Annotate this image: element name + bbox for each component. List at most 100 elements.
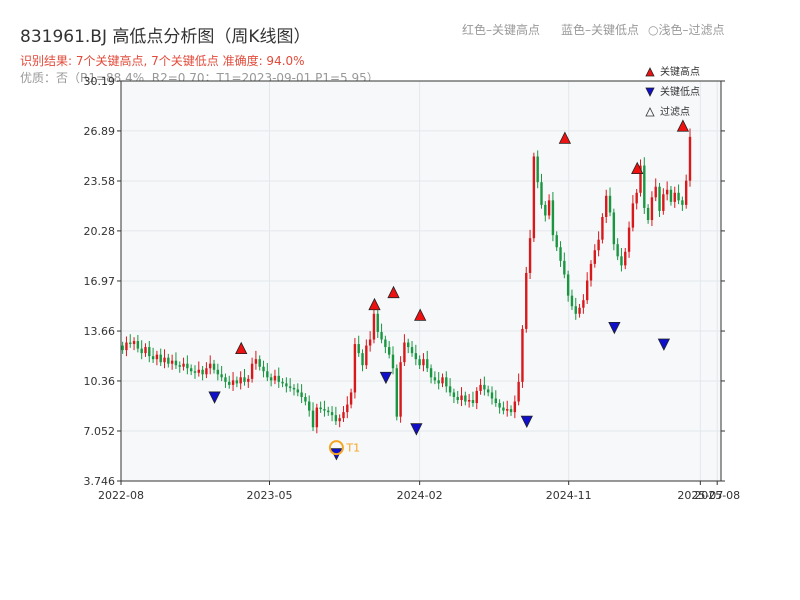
- candle-body: [616, 244, 619, 257]
- y-tick-label: 20.28: [84, 225, 116, 238]
- candle-body: [627, 227, 631, 252]
- candle-body: [361, 353, 364, 366]
- candle-body: [209, 363, 212, 369]
- candle-body: [174, 360, 178, 366]
- y-tick-label: 7.052: [84, 425, 116, 438]
- candle-body: [250, 363, 254, 379]
- candle-body: [273, 375, 277, 381]
- candle-body: [334, 415, 338, 422]
- candle-body: [205, 368, 208, 375]
- candle-body: [220, 374, 223, 378]
- candle-body: [125, 342, 128, 351]
- candle-body: [338, 418, 341, 422]
- candle-body: [349, 392, 353, 405]
- candle-body: [662, 194, 665, 211]
- y-tick-label: 16.97: [84, 275, 116, 288]
- candle-body: [559, 247, 562, 261]
- x-tick-label: 2022-08: [98, 489, 144, 502]
- candle-body: [258, 359, 261, 367]
- candle-body: [330, 412, 334, 416]
- candle-body: [612, 212, 616, 245]
- candle: [372, 310, 376, 344]
- candle-body: [391, 354, 395, 369]
- candle: [643, 157, 646, 214]
- candle-body: [189, 368, 193, 372]
- candle-body: [544, 204, 547, 216]
- candle-body: [570, 295, 574, 307]
- candle-body: [167, 357, 170, 364]
- candle-body: [658, 186, 661, 211]
- legend-label: 过滤点: [660, 105, 690, 118]
- candle: [399, 356, 402, 423]
- candle-body: [357, 344, 360, 354]
- candle-body: [281, 381, 284, 384]
- candle: [353, 337, 357, 399]
- candle-body: [673, 192, 676, 202]
- candle-body: [399, 362, 402, 417]
- candle-body: [304, 396, 307, 402]
- candle-body: [483, 384, 486, 390]
- candle-body: [151, 356, 155, 360]
- candle-body: [437, 380, 440, 384]
- candle-body: [346, 404, 349, 413]
- candle-body: [681, 200, 684, 205]
- candle-body: [555, 235, 558, 248]
- candle: [688, 128, 692, 187]
- candle-body: [608, 195, 612, 213]
- candle-body: [155, 354, 159, 360]
- t1-label: T1: [345, 442, 360, 455]
- candle-body: [342, 412, 345, 419]
- candle-body: [327, 410, 330, 413]
- candle-body: [433, 377, 437, 381]
- candle-body: [228, 381, 231, 385]
- y-tick-label: 30.19: [84, 75, 116, 88]
- candle-body: [365, 345, 368, 366]
- candle-body: [353, 344, 357, 393]
- candle-body: [368, 339, 372, 346]
- candle: [612, 208, 616, 251]
- candle: [395, 364, 398, 421]
- candle-body: [140, 348, 143, 354]
- candle-body: [643, 165, 646, 208]
- candle-body: [163, 357, 166, 363]
- candle-body: [513, 401, 517, 413]
- candle-body: [212, 363, 216, 370]
- candle: [521, 325, 524, 388]
- candle-body: [308, 401, 311, 411]
- candle-body: [601, 216, 604, 240]
- candle-body: [387, 347, 391, 355]
- legend-marker: [645, 67, 655, 77]
- candle-body: [464, 395, 467, 402]
- candle-body: [506, 409, 509, 411]
- candle-body: [677, 192, 680, 201]
- candle: [601, 213, 604, 244]
- candle-body: [486, 389, 490, 393]
- candle-body: [456, 396, 459, 401]
- candle-body: [525, 272, 528, 329]
- candle-body: [410, 347, 414, 354]
- candle-body: [407, 342, 410, 348]
- candle-body: [452, 392, 456, 397]
- candle-body: [475, 390, 478, 404]
- candle-body: [593, 250, 596, 264]
- candle-body: [403, 342, 406, 363]
- candle-body: [239, 377, 242, 384]
- candle-body: [144, 347, 147, 354]
- candle-body: [197, 369, 200, 373]
- candle-body: [502, 407, 505, 411]
- candle-body: [536, 156, 539, 183]
- candle-body: [372, 313, 376, 340]
- x-tick-label: 2025-08: [694, 489, 740, 502]
- candle-body: [186, 363, 189, 369]
- candle-body: [323, 409, 326, 411]
- candle-body: [216, 369, 220, 375]
- candle-body: [224, 377, 227, 382]
- candle-body: [650, 197, 654, 221]
- candle-body: [380, 331, 383, 340]
- candle-body: [170, 360, 174, 364]
- candle-body: [566, 274, 570, 296]
- x-tick-label: 2024-11: [546, 489, 592, 502]
- candle-body: [178, 365, 181, 367]
- candle-body: [121, 345, 124, 351]
- candle-body: [688, 136, 692, 181]
